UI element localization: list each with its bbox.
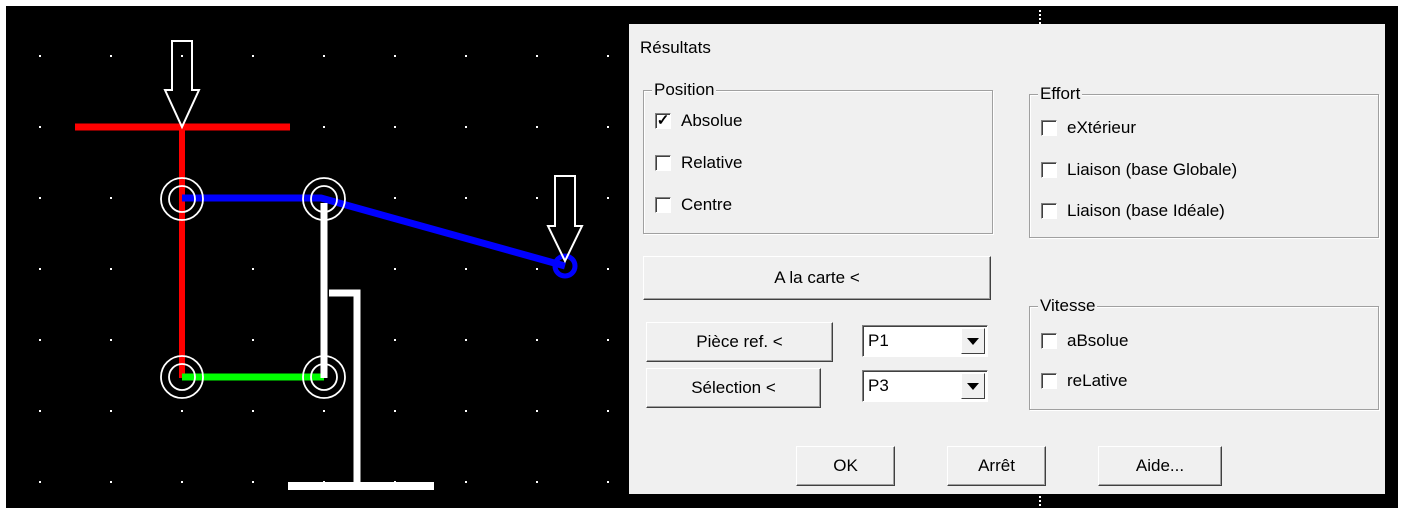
position-group-label: Position <box>652 80 717 100</box>
down-arrow-icon <box>546 175 584 264</box>
position-group: Position ✓ Absolue Relative Centre <box>643 80 993 234</box>
vitesse-group: Vitesse aBsolue reLative <box>1029 296 1379 410</box>
checkbox-position-centre[interactable]: Centre <box>655 193 732 217</box>
ok-button[interactable]: OK <box>796 446 895 486</box>
check-mark-icon: ✓ <box>656 112 670 129</box>
a-la-carte-button[interactable]: A la carte < <box>643 256 991 300</box>
checkbox-vitesse-relative[interactable]: reLative <box>1041 369 1127 393</box>
chevron-down-icon <box>967 337 979 345</box>
combo-arrow-icon[interactable] <box>961 328 985 354</box>
checkbox-box[interactable] <box>655 197 671 213</box>
checkbox-effort-liaison-globale[interactable]: Liaison (base Globale) <box>1041 158 1237 182</box>
piece-ref-select[interactable]: P1 <box>862 325 988 357</box>
effort-group: Effort eXtérieur Liaison (base Globale) … <box>1029 84 1379 238</box>
stop-button[interactable]: Arrêt <box>947 446 1046 486</box>
checkbox-label: reLative <box>1067 371 1128 390</box>
effort-group-label: Effort <box>1038 84 1083 104</box>
checkbox-label: aBsolue <box>1067 331 1129 350</box>
checkbox-effort-exterieur[interactable]: eXtérieur <box>1041 116 1136 140</box>
checkbox-effort-liaison-ideale[interactable]: Liaison (base Idéale) <box>1041 199 1225 223</box>
checkbox-label: Liaison (base Idéale) <box>1067 201 1225 220</box>
checkbox-vitesse-absolue[interactable]: aBsolue <box>1041 329 1128 353</box>
checkbox-label: Centre <box>681 195 733 214</box>
checkbox-box[interactable] <box>1041 333 1057 349</box>
selection-button[interactable]: Sélection < <box>646 368 821 408</box>
checkbox-label: eXtérieur <box>1067 118 1136 137</box>
piece-ref-button[interactable]: Pièce ref. < <box>646 322 833 362</box>
checkbox-label: Liaison (base Globale) <box>1067 160 1238 179</box>
checkbox-box[interactable] <box>1041 203 1057 219</box>
checkbox-position-relative[interactable]: Relative <box>655 151 742 175</box>
checkbox-box[interactable] <box>1041 373 1057 389</box>
chevron-down-icon <box>967 382 979 390</box>
combo-arrow-icon[interactable] <box>961 373 985 399</box>
help-button[interactable]: Aide... <box>1098 446 1222 486</box>
results-dialog: Résultats Position ✓ Absolue Relative Ce… <box>629 24 1385 494</box>
checkbox-position-absolue[interactable]: ✓ Absolue <box>655 109 742 133</box>
selection-select[interactable]: P3 <box>862 370 988 402</box>
dialog-title: Résultats <box>640 38 711 57</box>
checkbox-label: Absolue <box>681 111 743 130</box>
ground-frame <box>329 289 361 486</box>
checkbox-box[interactable] <box>655 155 671 171</box>
vitesse-group-label: Vitesse <box>1038 296 1098 316</box>
checkbox-box[interactable] <box>1041 120 1057 136</box>
checkbox-label: Relative <box>681 153 743 172</box>
blue-link <box>182 194 566 270</box>
selection-value: P3 <box>868 376 889 395</box>
checkbox-box[interactable]: ✓ <box>655 113 671 129</box>
checkbox-box[interactable] <box>1041 162 1057 178</box>
piece-ref-value: P1 <box>868 331 889 350</box>
down-arrow-icon <box>163 40 201 130</box>
